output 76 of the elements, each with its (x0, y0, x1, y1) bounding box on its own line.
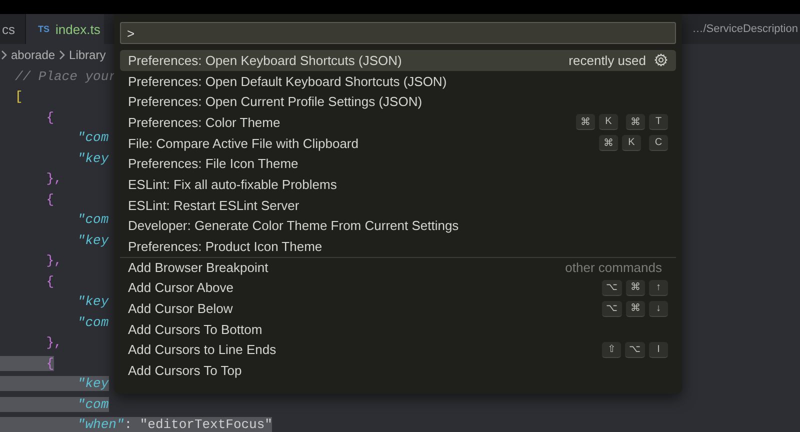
command-item[interactable]: ESLint: Restart ESLint Server (120, 194, 676, 216)
tab-label: index.ts (56, 22, 100, 36)
code-line: { (45, 110, 54, 125)
command-label: Add Cursor Below (128, 301, 233, 316)
key-cap: ⌥ (625, 342, 645, 358)
command-item[interactable]: Add Cursors To Top (120, 360, 676, 381)
key-cap: K (599, 114, 618, 130)
command-item[interactable]: Add Cursors To Bottom (120, 318, 676, 340)
key-cap: ⌘ (626, 300, 645, 317)
editor-tab[interactable]: cs (0, 14, 26, 44)
key-cap: ⌘ (626, 114, 645, 130)
key-cap: T (649, 114, 668, 130)
code-line: "key (76, 294, 109, 310)
code-line: "key (76, 232, 109, 248)
command-item[interactable]: Preferences: Color Theme ⌘ K ⌘ T (120, 112, 676, 133)
code-line: [ (14, 89, 23, 104)
key-cap: ⌘ (576, 114, 595, 130)
command-item[interactable]: ESLint: Fix all auto-fixable Problems (120, 174, 676, 195)
command-item[interactable]: Preferences: Open Current Profile Settings (JSON) (120, 91, 676, 112)
command-item[interactable]: Add Cursors to Line Ends ⇧ ⌥ I (120, 340, 676, 360)
command-label: Add Cursor Above (128, 280, 234, 296)
command-item[interactable]: Preferences: Product Icon Theme (120, 236, 676, 257)
code-line: { (45, 192, 54, 207)
code-line: "com (76, 314, 109, 330)
code-line: "com (76, 212, 109, 228)
file-path: …/ServiceDescription (692, 23, 798, 35)
command-label: Developer: Generate Color Theme From Current Settings (128, 218, 459, 234)
command-label: Add Cursors To Bottom (128, 322, 262, 337)
command-item[interactable]: Preferences: Open Keyboard Shortcuts (JSON) recently used (120, 50, 676, 71)
command-label: Add Browser Breakpoint (128, 260, 268, 276)
code-line: "com (76, 130, 109, 146)
key-cap: ↓ (649, 300, 668, 317)
command-label: ESLint: Fix all auto-fixable Problems (128, 176, 337, 192)
code-line: // Place your (14, 68, 116, 84)
key-cap: C (649, 135, 668, 152)
key-cap: K (622, 135, 641, 152)
code-line: "key (76, 150, 109, 166)
command-item[interactable]: Add Cursor Below ⌥ ⌘ ↓ (120, 298, 676, 319)
code-line: }, (45, 253, 62, 268)
command-label: Preferences: Product Icon Theme (128, 239, 322, 254)
command-label: Preferences: File Icon Theme (128, 156, 298, 172)
key-cap: ↑ (649, 280, 668, 296)
chevron-icon (58, 50, 66, 60)
command-input[interactable]: > (120, 22, 676, 44)
code-line: }, (45, 171, 62, 186)
command-label: Add Cursors To Top (128, 363, 242, 378)
command-label: Preferences: Open Default Keyboard Shortcuts (JSON) (128, 74, 447, 89)
key-cap: ⌥ (602, 280, 622, 296)
command-item[interactable]: Developer: Generate Color Theme From Current Settings (120, 216, 676, 236)
group-label: other commands (565, 260, 662, 276)
key-cap: I (649, 342, 668, 358)
typescript-icon: TS (38, 24, 50, 34)
code-line: }, (45, 335, 62, 350)
code-line: { (45, 274, 54, 289)
command-label: ESLint: Restart ESLint Server (128, 198, 300, 213)
command-item[interactable]: Preferences: File Icon Theme (120, 153, 676, 174)
breadcrumb-item[interactable]: aborade (11, 48, 56, 62)
command-label: Add Cursors to Line Ends (128, 342, 276, 358)
command-label: Preferences: Color Theme (128, 114, 280, 130)
group-label: recently used (568, 52, 646, 68)
key-cap: ⇧ (602, 342, 621, 358)
settings-icon[interactable] (654, 53, 668, 68)
tab-label: cs (2, 22, 15, 36)
command-item[interactable]: File: Compare Active File with Clipboard ⌘ K C (120, 132, 676, 154)
command-item[interactable]: Preferences: Open Default Keyboard Shortcuts (JSON) (120, 70, 676, 92)
command-item[interactable]: Add Browser Breakpoint other commands (120, 256, 676, 278)
breadcrumb-item[interactable]: Library (69, 48, 106, 62)
editor-tab[interactable]: TS index.ts (26, 14, 104, 44)
key-cap: ⌘ (626, 280, 645, 296)
chevron-icon (0, 50, 8, 60)
key-cap: ⌘ (599, 135, 618, 152)
command-item[interactable]: Add Cursor Above ⌥ ⌘ ↑ (120, 278, 676, 298)
command-label: File: Compare Active File with Clipboard (128, 136, 358, 151)
command-label: Preferences: Open Keyboard Shortcuts (JSON) (128, 52, 402, 68)
command-label: Preferences: Open Current Profile Settings (JSON) (128, 94, 422, 110)
key-cap: ⌥ (602, 300, 622, 317)
